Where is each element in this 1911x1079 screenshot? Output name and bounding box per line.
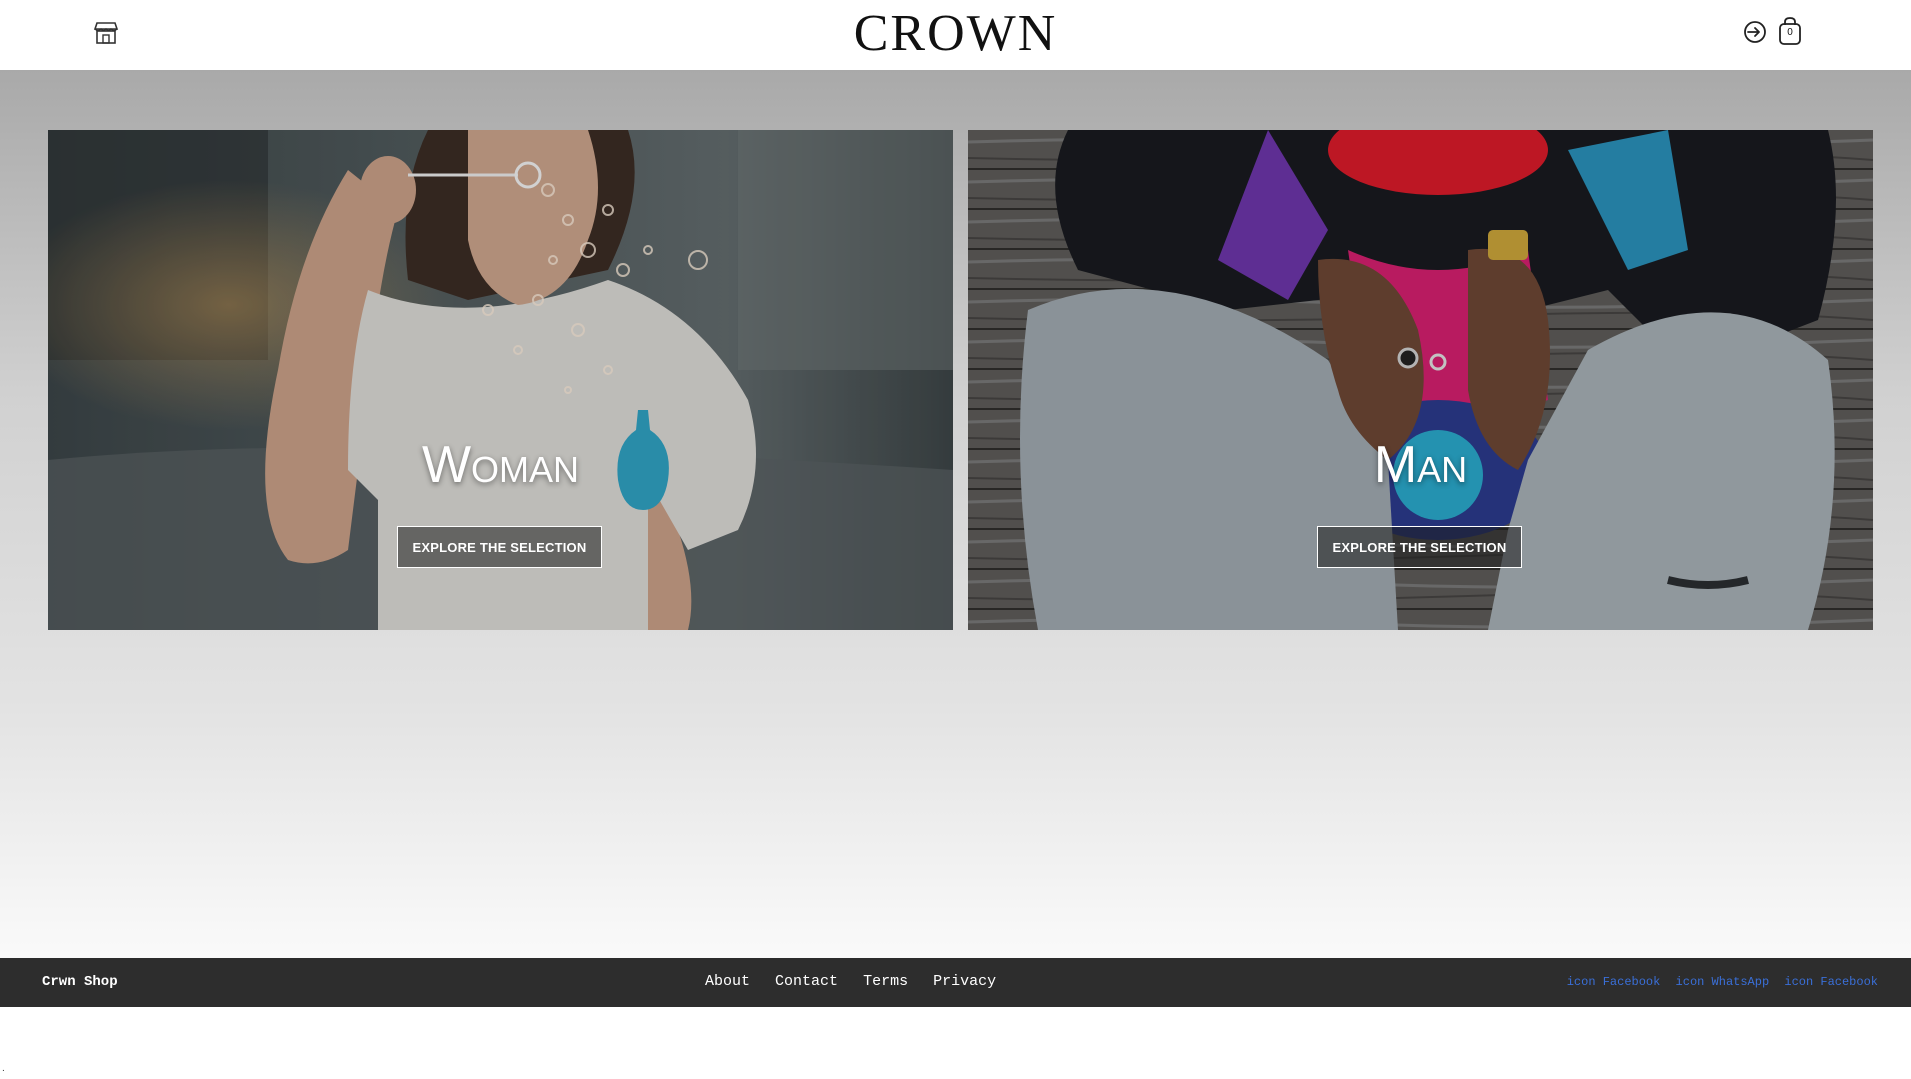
- shopping-bag-icon[interactable]: 0: [1776, 16, 1804, 46]
- site-logo[interactable]: CROWN: [0, 6, 1911, 62]
- category-title: Woman: [421, 436, 580, 494]
- explore-selection-button[interactable]: EXPLORE THE SELECTION: [397, 526, 602, 568]
- cart-count: 0: [1787, 27, 1793, 38]
- facebook-link[interactable]: icon Facebook: [1567, 975, 1661, 989]
- site-header: CROWN 0: [0, 0, 1911, 70]
- category-title: Man: [1373, 436, 1468, 494]
- footer-social: icon Facebook icon WhatsApp icon Faceboo…: [1559, 975, 1878, 989]
- whatsapp-link[interactable]: icon WhatsApp: [1676, 975, 1770, 989]
- footer-link-about[interactable]: About: [705, 973, 750, 990]
- footer-brand: Crwn Shop: [42, 974, 118, 990]
- sign-in-icon[interactable]: [1742, 19, 1768, 45]
- category-card-man[interactable]: Man EXPLORE THE SELECTION: [968, 130, 1873, 630]
- footer-link-contact[interactable]: Contact: [775, 973, 838, 990]
- facebook-link[interactable]: icon Facebook: [1784, 975, 1878, 989]
- footer-nav: About Contact Terms Privacy: [705, 973, 1012, 990]
- explore-selection-button[interactable]: EXPLORE THE SELECTION: [1317, 526, 1522, 568]
- category-card-woman[interactable]: Woman EXPLORE THE SELECTION: [48, 130, 953, 630]
- site-footer: Crwn Shop About Contact Terms Privacy ic…: [0, 958, 1911, 1007]
- footer-link-privacy[interactable]: Privacy: [933, 973, 996, 990]
- category-section: Woman EXPLORE THE SELECTION Man EXPLORE …: [0, 70, 1911, 958]
- footer-link-terms[interactable]: Terms: [863, 973, 908, 990]
- corner-mark: .: [2, 1063, 5, 1074]
